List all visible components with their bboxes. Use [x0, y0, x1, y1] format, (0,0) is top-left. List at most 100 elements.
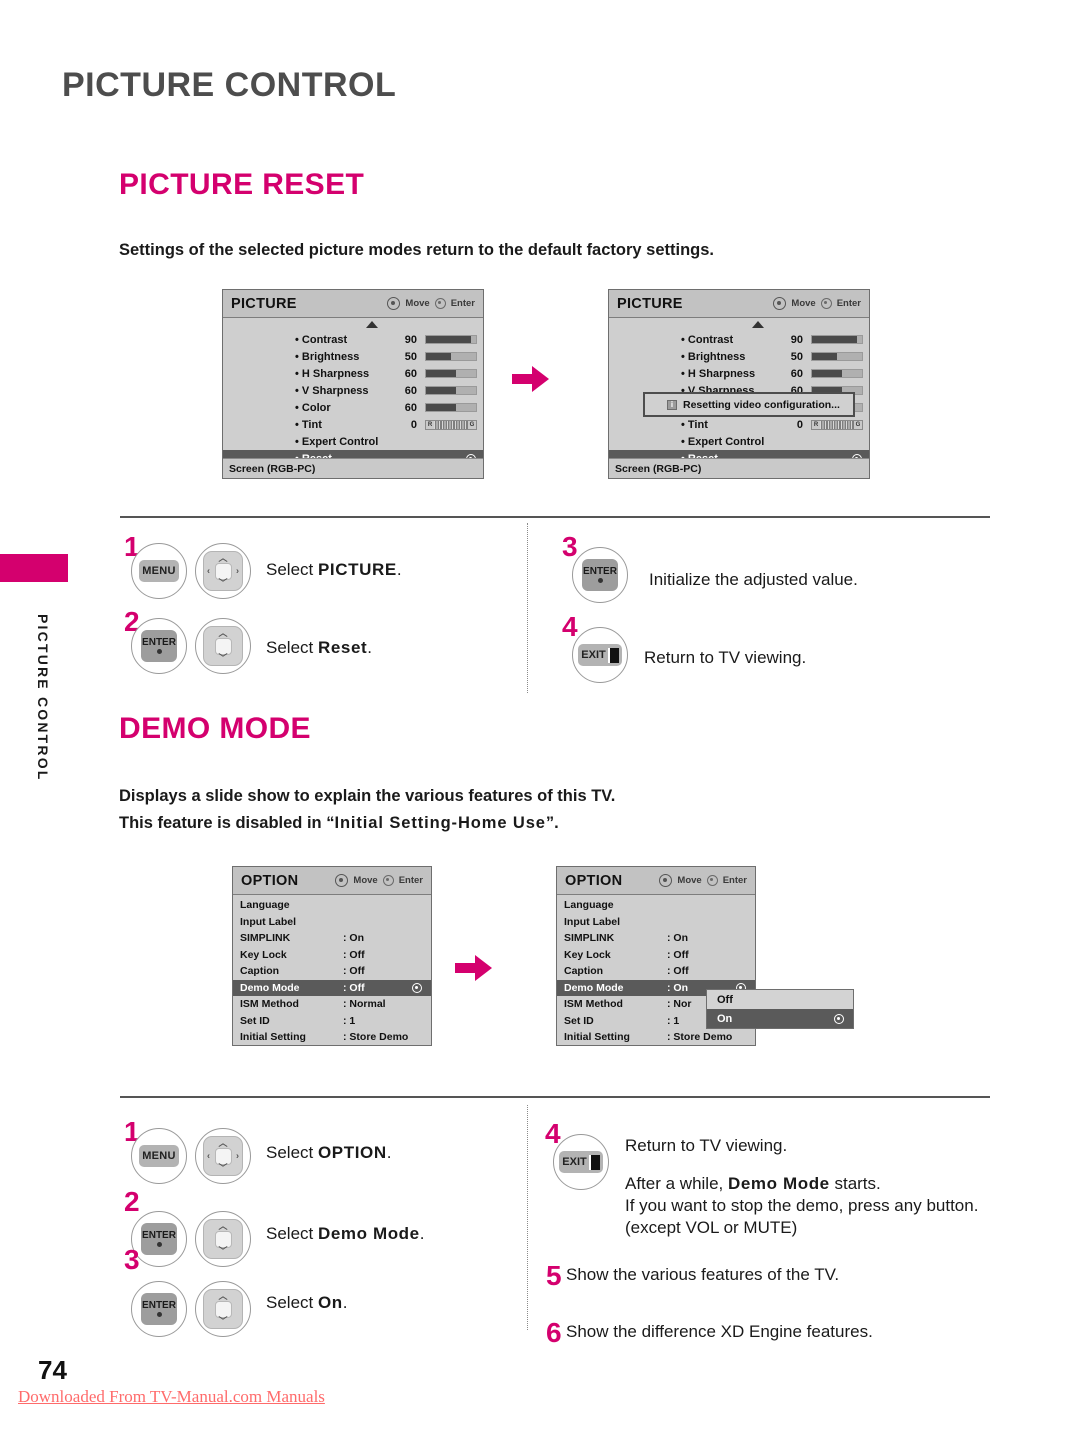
- enter-icon: [382, 875, 394, 886]
- tint-red-cap: R: [812, 421, 820, 429]
- dpad-center[interactable]: [214, 1230, 232, 1248]
- picture-setting-row[interactable]: • Expert Control: [223, 433, 483, 450]
- option-value: : 1: [343, 1014, 356, 1027]
- demo-step4-line2: After a while, Demo Mode starts.: [625, 1174, 881, 1194]
- option-setting-row[interactable]: Key Lock: Off: [557, 947, 755, 964]
- dpad-center[interactable]: [214, 637, 232, 655]
- navigation-pad-d3[interactable]: ︿ ﹀: [195, 1281, 251, 1337]
- setting-label: • Tint: [681, 418, 708, 431]
- setting-slider[interactable]: [425, 369, 477, 378]
- picture-setting-row[interactable]: • Color 60: [223, 399, 483, 416]
- tint-red-cap: R: [426, 421, 434, 429]
- navigation-pad-d2[interactable]: ︿ ﹀: [195, 1211, 251, 1267]
- picture-setting-row[interactable]: • H Sharpness 60: [223, 365, 483, 382]
- arrow-up-icon: ︿: [218, 628, 228, 638]
- option-setting-row[interactable]: Input Label: [557, 914, 755, 931]
- setting-label: • Contrast: [295, 333, 348, 346]
- dpad-icon: [773, 297, 787, 310]
- tint-slider[interactable]: RG: [425, 420, 477, 430]
- dropdown-option-on[interactable]: On: [707, 1009, 853, 1028]
- picture-setting-row[interactable]: • Contrast 90: [609, 331, 869, 348]
- option-setting-row[interactable]: Caption: Off: [233, 963, 431, 980]
- picture-osd-after: PICTURE Move Enter • Contrast 90 • Brightn…: [608, 289, 870, 479]
- dpad-center[interactable]: [214, 1300, 232, 1318]
- option-label: Input Label: [240, 915, 296, 928]
- osd-title: PICTURE: [231, 295, 297, 312]
- option-setting-row[interactable]: Input Label: [233, 914, 431, 931]
- enter-icon: [820, 298, 832, 309]
- menu-button-1[interactable]: MENU: [131, 543, 187, 599]
- enter-icon: [434, 298, 446, 309]
- setting-slider[interactable]: [425, 403, 477, 412]
- picture-setting-row[interactable]: • Contrast 90: [223, 331, 483, 348]
- demo-mode-dropdown[interactable]: Off On: [706, 989, 854, 1029]
- enter-key-label: ENTER: [582, 559, 618, 591]
- navigation-pad-1[interactable]: ︿ ﹀ ‹ ›: [195, 543, 251, 599]
- setting-slider[interactable]: [425, 352, 477, 361]
- tint-slider[interactable]: RG: [811, 420, 863, 430]
- option-setting-row[interactable]: Initial Setting: Store Demo: [233, 1029, 431, 1046]
- dpad-icon: [387, 297, 401, 310]
- enter-button-3[interactable]: ENTER: [572, 547, 628, 603]
- picture-setting-row[interactable]: • V Sharpness 60: [223, 382, 483, 399]
- setting-value: 90: [404, 333, 417, 346]
- picture-setting-row[interactable]: • Brightness 50: [223, 348, 483, 365]
- exit-button-d4[interactable]: EXIT: [553, 1134, 609, 1190]
- option-setting-row[interactable]: Key Lock: Off: [233, 947, 431, 964]
- arrow-head: [532, 366, 549, 392]
- option-label: ISM Method: [564, 998, 623, 1011]
- setting-slider[interactable]: [425, 335, 477, 344]
- setting-value: 60: [404, 384, 417, 397]
- setting-slider[interactable]: [811, 335, 863, 344]
- picture-setting-row[interactable]: • H Sharpness 60: [609, 365, 869, 382]
- enter-dot-icon: [597, 578, 603, 584]
- exit-button-4[interactable]: EXIT: [572, 627, 628, 683]
- osd-title: PICTURE: [617, 295, 683, 312]
- option-setting-row[interactable]: Set ID: 1: [233, 1013, 431, 1030]
- arrow-left-icon: ‹: [207, 565, 210, 576]
- dpad-center[interactable]: [214, 562, 232, 580]
- menu-button-d1[interactable]: MENU: [131, 1128, 187, 1184]
- exit-key-label: EXIT: [559, 1151, 603, 1173]
- menu-key-label: MENU: [139, 1145, 179, 1167]
- option-setting-row[interactable]: SIMPLINK: On: [557, 930, 755, 947]
- door-icon: [588, 1154, 600, 1170]
- option-value: : Nor: [667, 998, 692, 1011]
- arrow-down-icon: ﹀: [218, 578, 228, 588]
- option-setting-row[interactable]: Demo Mode: Off: [233, 979, 431, 996]
- setting-slider[interactable]: [425, 386, 477, 395]
- picture-setting-row[interactable]: • Tint 0 R G: [223, 416, 483, 433]
- step1-suffix: .: [396, 560, 402, 579]
- picture-setting-row[interactable]: • Brightness 50: [609, 348, 869, 365]
- dropdown-option-off[interactable]: Off: [707, 990, 853, 1009]
- navigation-pad-d1[interactable]: ︿ ﹀ ‹ ›: [195, 1128, 251, 1184]
- option-setting-row[interactable]: Language: [233, 897, 431, 914]
- demo-step4-line1: Return to TV viewing.: [625, 1136, 788, 1155]
- osd-header: PICTURE Move Enter: [223, 290, 483, 318]
- dstep1-bold: OPTION: [317, 1143, 387, 1162]
- hint-enter-label: Enter: [398, 875, 423, 886]
- option-setting-row[interactable]: Initial Setting: Store Demo: [557, 1029, 755, 1046]
- option-setting-row[interactable]: SIMPLINK: On: [233, 930, 431, 947]
- option-setting-row[interactable]: Caption: Off: [557, 963, 755, 980]
- option-setting-row[interactable]: Language: [557, 897, 755, 914]
- demo-step-number-2: 2: [124, 1186, 140, 1217]
- setting-label: • Color: [295, 401, 331, 414]
- option-setting-row[interactable]: ISM Method: Normal: [233, 996, 431, 1013]
- option-label: Demo Mode: [240, 981, 300, 994]
- setting-value: 60: [404, 367, 417, 380]
- picture-setting-row[interactable]: • Expert Control: [609, 433, 869, 450]
- enter-button-2[interactable]: ENTER: [131, 618, 187, 674]
- osd-hints: Move Enter: [659, 867, 747, 894]
- option-value: : Off: [343, 965, 365, 978]
- osd-hints: Move Enter: [773, 290, 861, 317]
- demo-step-number-6: 6: [546, 1317, 562, 1348]
- navigation-pad-2[interactable]: ︿ ﹀: [195, 618, 251, 674]
- slider-fill: [426, 387, 456, 394]
- setting-slider[interactable]: [811, 352, 863, 361]
- demo-intro-suffix: ”.: [545, 814, 559, 832]
- picture-setting-row[interactable]: • Tint 0 R G: [609, 416, 869, 433]
- enter-button-d3[interactable]: ENTER: [131, 1281, 187, 1337]
- setting-slider[interactable]: [811, 369, 863, 378]
- dpad-center[interactable]: [214, 1147, 232, 1165]
